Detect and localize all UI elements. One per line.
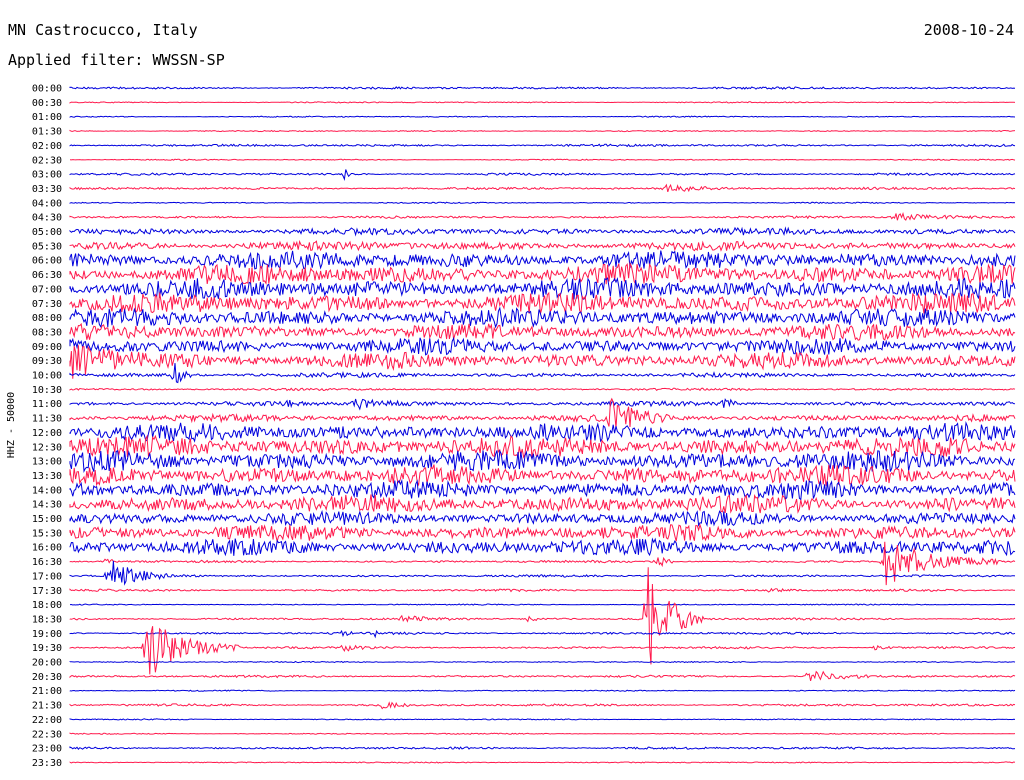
tick-label: 17:30 bbox=[32, 586, 62, 597]
trace-row bbox=[69, 567, 1016, 665]
trace-row bbox=[69, 322, 1016, 341]
tick-label: 02:30 bbox=[32, 155, 62, 166]
tick-label: 14:00 bbox=[32, 485, 62, 496]
trace-row bbox=[69, 306, 1016, 329]
tick-label: 13:00 bbox=[32, 457, 62, 468]
tick-label: 11:30 bbox=[32, 414, 62, 425]
trace-row bbox=[69, 398, 1016, 411]
trace-row bbox=[69, 689, 1016, 692]
tick-label: 00:30 bbox=[32, 98, 62, 109]
trace-row bbox=[69, 493, 1016, 514]
tick-label: 09:00 bbox=[32, 342, 62, 353]
trace-row bbox=[69, 211, 1016, 221]
tick-label: 07:00 bbox=[32, 284, 62, 295]
trace-row bbox=[69, 291, 1016, 316]
trace-row bbox=[69, 421, 1016, 443]
tick-label: 10:00 bbox=[32, 371, 62, 382]
trace-row bbox=[69, 603, 1016, 606]
tick-label: 08:00 bbox=[32, 313, 62, 324]
tick-label: 09:30 bbox=[32, 356, 62, 367]
trace-row bbox=[69, 101, 1016, 104]
trace-row bbox=[69, 345, 1016, 379]
tick-label: 04:30 bbox=[32, 213, 62, 224]
tick-label: 14:30 bbox=[32, 500, 62, 511]
trace-row bbox=[69, 250, 1016, 270]
trace-row bbox=[69, 86, 1016, 90]
tick-label: 13:30 bbox=[32, 471, 62, 482]
tick-label: 23:00 bbox=[32, 744, 62, 755]
tick-label: 23:30 bbox=[32, 758, 62, 769]
seismic-traces bbox=[69, 86, 1016, 764]
tick-label: 04:00 bbox=[32, 198, 62, 209]
tick-label: 05:30 bbox=[32, 241, 62, 252]
tick-label: 20:00 bbox=[32, 658, 62, 669]
trace-row bbox=[69, 363, 1016, 384]
trace-row bbox=[69, 387, 1016, 392]
tick-label: 17:00 bbox=[32, 571, 62, 582]
tick-label: 08:30 bbox=[32, 327, 62, 338]
tick-label: 18:00 bbox=[32, 600, 62, 611]
trace-row bbox=[69, 732, 1016, 735]
seismogram-plot: 00:00 00:30 01:00 01:30 02:00 02:30 03:00 03:30… bbox=[6, 84, 1016, 769]
tick-label: 20:30 bbox=[32, 672, 62, 683]
trace-row bbox=[69, 478, 1016, 501]
trace-row bbox=[69, 183, 1016, 193]
tick-label: 10:30 bbox=[32, 385, 62, 396]
tick-label: 21:00 bbox=[32, 686, 62, 697]
trace-row bbox=[69, 239, 1016, 252]
trace-row bbox=[69, 464, 1016, 487]
trace-row bbox=[69, 143, 1016, 148]
tick-label: 06:00 bbox=[32, 256, 62, 267]
tick-label: 07:30 bbox=[32, 299, 62, 310]
tick-label: 03:30 bbox=[32, 184, 62, 195]
tick-label: 12:30 bbox=[32, 442, 62, 453]
trace-row bbox=[69, 115, 1016, 118]
tick-label: 15:30 bbox=[32, 528, 62, 539]
tick-label: 01:00 bbox=[32, 112, 62, 123]
tick-label: 22:00 bbox=[32, 715, 62, 726]
trace-row bbox=[69, 169, 1016, 181]
tick-label: 19:30 bbox=[32, 643, 62, 654]
tick-label: 21:30 bbox=[32, 701, 62, 712]
trace-row bbox=[69, 129, 1016, 133]
trace-row bbox=[69, 158, 1016, 161]
trace-row bbox=[69, 746, 1016, 750]
tick-label: 00:00 bbox=[32, 84, 62, 95]
y-axis-label: HHZ - 50000 bbox=[6, 392, 17, 458]
trace-row bbox=[69, 277, 1016, 300]
trace-row bbox=[69, 201, 1016, 204]
trace-row bbox=[69, 701, 1016, 710]
trace-row bbox=[69, 660, 1016, 664]
trace-row bbox=[69, 509, 1016, 527]
tick-label: 03:00 bbox=[32, 170, 62, 181]
trace-row bbox=[69, 261, 1016, 286]
time-tick-labels: 00:00 00:30 01:00 01:30 02:00 02:30 03:00 03:30… bbox=[32, 84, 62, 769]
trace-row bbox=[69, 587, 1015, 593]
tick-label: 01:30 bbox=[32, 127, 62, 138]
tick-label: 18:30 bbox=[32, 614, 62, 625]
trace-row bbox=[69, 336, 1016, 357]
trace-row bbox=[69, 670, 1016, 682]
trace-row bbox=[69, 718, 1016, 721]
trace-row bbox=[69, 629, 1016, 639]
trace-row bbox=[69, 560, 1016, 586]
tick-label: 16:00 bbox=[32, 543, 62, 554]
tick-label: 15:00 bbox=[32, 514, 62, 525]
tick-label: 02:00 bbox=[32, 141, 62, 152]
tick-label: 11:00 bbox=[32, 399, 62, 410]
tick-label: 12:00 bbox=[32, 428, 62, 439]
trace-row bbox=[69, 761, 1016, 764]
tick-label: 05:00 bbox=[32, 227, 62, 238]
trace-row bbox=[69, 226, 1016, 237]
trace-row bbox=[69, 537, 1016, 557]
trace-row bbox=[69, 523, 1016, 544]
tick-label: 19:00 bbox=[32, 629, 62, 640]
tick-label: 06:30 bbox=[32, 270, 62, 281]
tick-label: 16:30 bbox=[32, 557, 62, 568]
tick-label: 22:30 bbox=[32, 729, 62, 740]
